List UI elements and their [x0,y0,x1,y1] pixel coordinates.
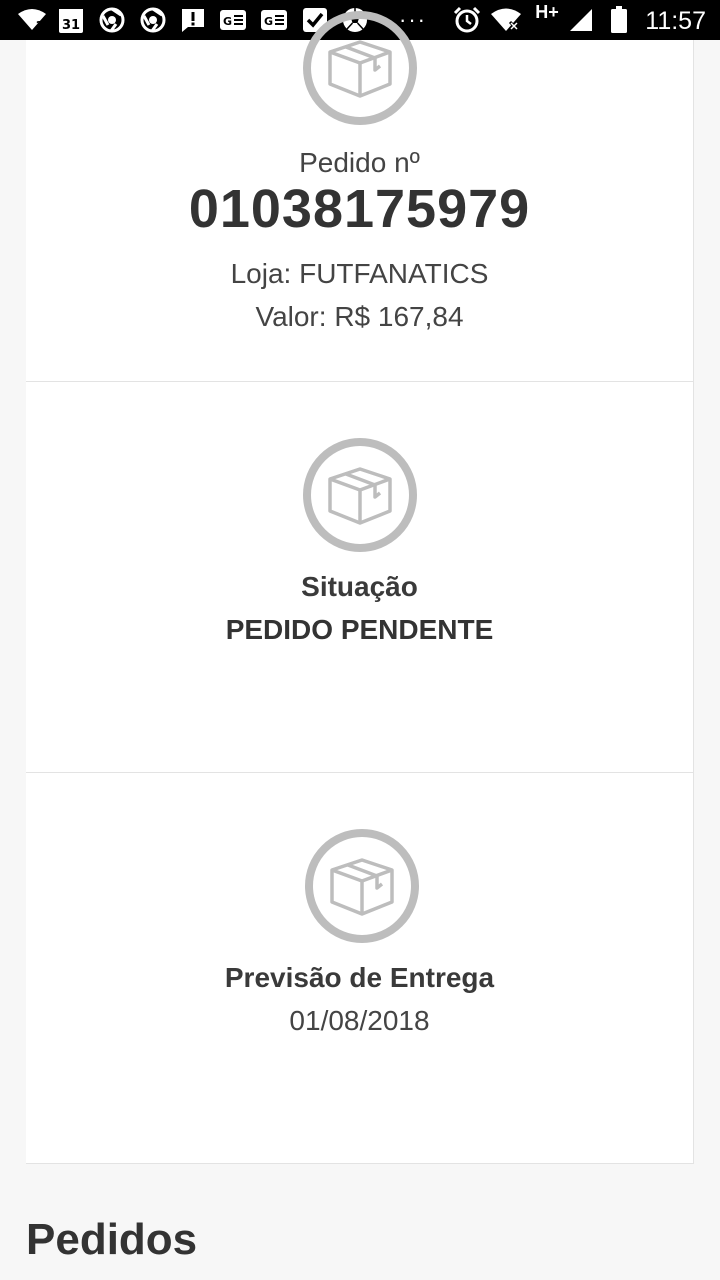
alert-message-icon [180,6,206,34]
order-value: Valor: R$ 167,84 [255,301,464,332]
svg-text:G: G [223,15,232,28]
status-value: PEDIDO PENDENTE [225,614,494,645]
package-icon [302,10,418,126]
calendar-day: 31 [62,18,80,33]
wifi-x-icon [490,6,524,34]
status-title: Situação [301,571,418,602]
svg-text:G: G [264,15,273,28]
wifi-question-icon: ? [16,6,48,34]
package-icon [304,828,420,944]
delivery-forecast-title: Previsão de Entrega [224,962,495,993]
status-card: Situação PEDIDO PENDENTE [26,382,694,773]
svg-text:?: ? [36,19,43,32]
google-news-icon: G [260,6,288,34]
network-type: H+ [535,2,559,22]
chrome-icon [98,6,126,34]
delivery-card: Previsão de Entrega 01/08/2018 [26,773,694,1164]
delivery-forecast-date: 01/08/2018 [289,1005,430,1036]
order-number: 01038175979 [188,179,531,239]
orders-section-title: Pedidos [26,1215,198,1264]
order-number-label: Pedido nº [299,147,420,178]
google-news-icon: G [219,6,247,34]
clock-time: 11:57 [645,7,706,35]
store-name: Loja: FUTFANATICS [230,258,489,289]
chrome-icon [139,6,167,34]
calendar-icon: 31 [58,6,84,34]
alarm-icon [452,6,482,34]
package-icon [302,437,418,553]
battery-icon [608,6,630,34]
order-card: Pedido nº 01038175979 Loja: FUTFANATICS … [26,11,694,382]
signal-icon [567,6,595,34]
